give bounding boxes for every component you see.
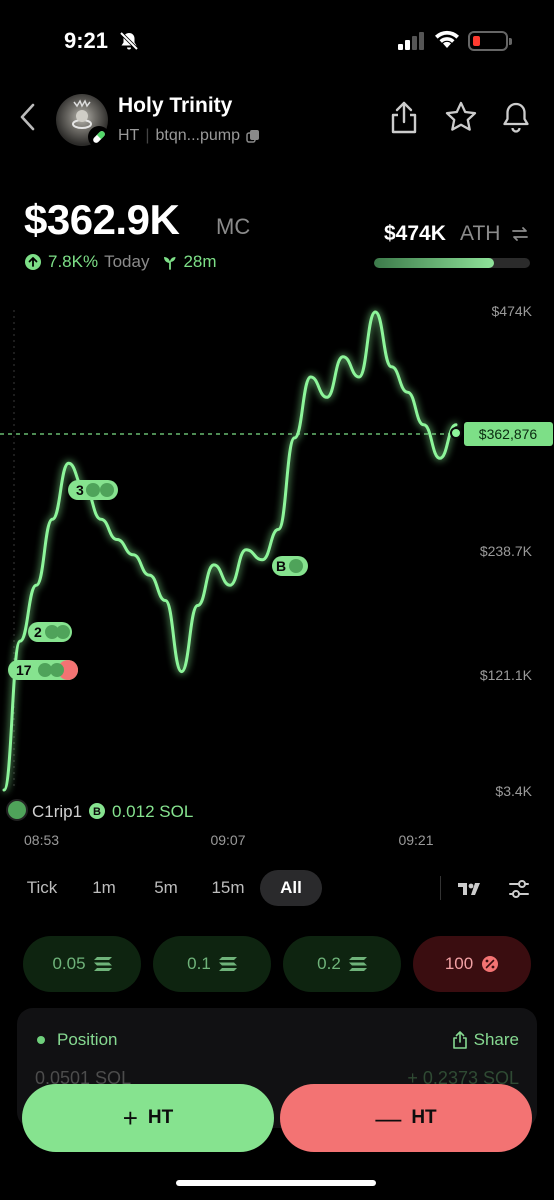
frog-avatar-icon: [38, 663, 52, 677]
trader-amount: 0.012 SOL: [112, 802, 193, 821]
trade-marker[interactable]: 2: [28, 622, 72, 642]
plus-icon: +: [122, 1102, 138, 1133]
status-bar: 9:21: [0, 0, 554, 80]
contract-address[interactable]: btqn...pump: [155, 127, 240, 145]
quick-buy-amount: 0.05: [52, 954, 86, 973]
time-axis-label: 08:53: [24, 832, 59, 848]
trade-marker[interactable]: B: [272, 556, 308, 576]
market-cap-label: MC: [216, 214, 251, 239]
sol-icon: [218, 957, 237, 971]
buy-button-label: HT: [147, 1107, 174, 1128]
back-chevron-icon[interactable]: [18, 102, 38, 132]
percent-icon: [482, 956, 499, 972]
token-age: 28m: [183, 252, 217, 271]
price-axis-label: $121.1K: [480, 667, 533, 683]
position-share-label: Share: [473, 1030, 519, 1049]
token-name: Holy Trinity: [118, 94, 233, 117]
change-period: Today: [104, 252, 150, 271]
minus-icon: —: [375, 1102, 402, 1133]
pump-pill-icon: [88, 126, 110, 148]
change-row: 7.8K% Today 28m: [24, 252, 217, 272]
frog-avatar-icon: [86, 483, 100, 497]
trade-marker[interactable]: 3: [68, 480, 118, 500]
status-time: 9:21: [64, 28, 109, 53]
buy-button[interactable]: + HT: [22, 1084, 274, 1152]
market-cap-value: $362.9K: [24, 196, 180, 243]
time-axis-label: 09:07: [210, 832, 245, 848]
change-percent: 7.8K%: [48, 252, 99, 271]
trade-marker-count: 17: [16, 662, 32, 678]
wifi-icon: [435, 30, 459, 48]
timeframe-5m[interactable]: 5m: [142, 870, 190, 906]
price-axis-label: $238.7K: [480, 543, 533, 559]
sell-button-label: HT: [411, 1107, 437, 1128]
ath-progress-fill: [374, 258, 495, 268]
battery-icon: [468, 31, 512, 51]
timeframe-tick[interactable]: Tick: [14, 870, 70, 906]
quick-buy-button[interactable]: 0.05: [23, 936, 141, 992]
trader-name[interactable]: C1rip1: [32, 802, 82, 821]
trade-marker-count: 3: [76, 482, 84, 498]
home-indicator: [176, 1180, 376, 1186]
frog-avatar-icon: [50, 663, 64, 677]
arrow-up-circle-icon: [25, 254, 41, 270]
ath-value: $474K: [384, 222, 446, 245]
sprout-icon: [164, 257, 176, 270]
time-axis-label: 09:21: [398, 832, 433, 848]
timeframe-15m[interactable]: 15m: [202, 870, 254, 906]
trade-marker-count: 2: [34, 624, 42, 640]
buy-badge-text: B: [93, 806, 101, 818]
ath-progress-bar: [374, 258, 530, 268]
sol-icon: [348, 957, 367, 971]
token-ticker: HT: [118, 127, 140, 144]
tradingview-icon[interactable]: [458, 880, 482, 896]
ath-label: ATH: [460, 222, 501, 245]
swap-icon[interactable]: [510, 224, 530, 244]
position-share-button[interactable]: Share: [452, 1030, 519, 1050]
settings-sliders-icon[interactable]: [508, 878, 530, 900]
price-axis-label: $3.4K: [495, 783, 532, 799]
copy-icon[interactable]: [246, 129, 260, 143]
quick-sell-button[interactable]: 100: [413, 936, 531, 992]
bell-muted-icon: [119, 31, 139, 51]
price-axis-label: $474K: [492, 303, 533, 319]
token-subtitle: HT | btqn...pump: [118, 127, 260, 145]
signal-icon: [398, 32, 424, 50]
bell-icon[interactable]: [500, 100, 532, 136]
trader-avatar[interactable]: [6, 799, 28, 821]
sell-button[interactable]: — HT: [280, 1084, 532, 1152]
frog-avatar-icon: [289, 559, 303, 573]
quick-buy-amount: 0.2: [317, 954, 341, 973]
quick-buy-amount: 0.1: [187, 954, 211, 973]
trade-marker-count: B: [276, 558, 286, 574]
current-price-tag: $362,876: [464, 422, 553, 446]
current-price-tag-text: $362,876: [479, 426, 538, 442]
star-icon[interactable]: [444, 100, 478, 134]
frog-avatar-icon: [56, 625, 70, 639]
quick-buy-button[interactable]: 0.1: [153, 936, 271, 992]
divider: [440, 876, 441, 900]
timeframe-all[interactable]: All: [260, 870, 322, 906]
current-price-dot: [450, 427, 462, 439]
quick-sell-amount: 100: [444, 954, 474, 973]
price-line: [2, 310, 458, 792]
share-icon[interactable]: [388, 100, 420, 136]
status-dot: [37, 1036, 45, 1044]
sol-icon: [93, 957, 112, 971]
trade-marker[interactable]: 17: [8, 660, 78, 680]
timeframe-bar: Tick 1m 5m 15m All: [0, 870, 554, 910]
frog-avatar-icon: [100, 483, 114, 497]
share-icon: [452, 1031, 467, 1049]
price-chart[interactable]: $362,876 $474K $238.7K $121.1K $3.4K 3 2…: [0, 290, 554, 860]
divider: |: [145, 127, 150, 144]
quick-buy-button[interactable]: 0.2: [283, 936, 401, 992]
position-title: Position: [57, 1030, 118, 1049]
timeframe-1m[interactable]: 1m: [80, 870, 128, 906]
